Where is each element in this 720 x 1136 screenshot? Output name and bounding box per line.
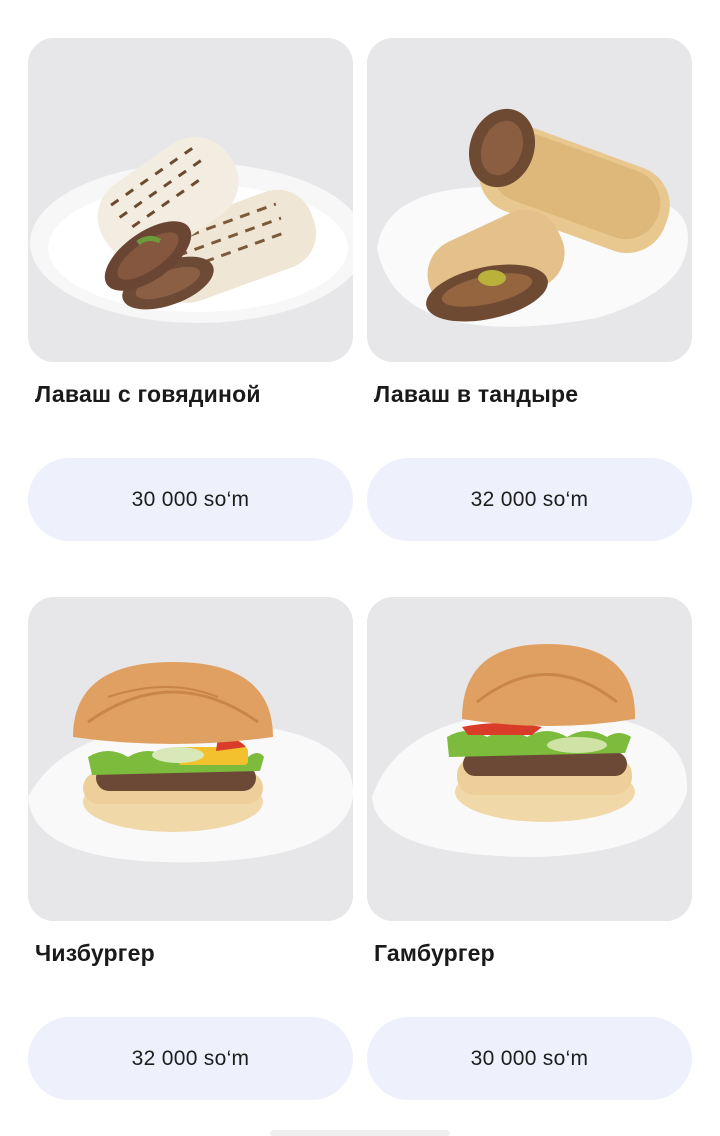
price-button[interactable]: 32 000 so‘m — [28, 1017, 353, 1100]
home-indicator — [270, 1130, 450, 1136]
product-title: Гамбургер — [374, 940, 495, 966]
product-title: Лаваш в тандыре — [374, 381, 579, 407]
product-card[interactable]: Гамбургер 30 000 so‘m — [367, 597, 692, 1100]
product-card[interactable]: Чизбургер 32 000 so‘m — [28, 597, 353, 1100]
product-title: Лаваш с говядиной — [35, 381, 261, 407]
product-card[interactable]: Лаваш с говядиной 30 000 so‘m — [28, 38, 353, 541]
hamburger-photo[interactable] — [367, 597, 692, 921]
product-card[interactable]: Лаваш в тандыре 32 000 so‘m — [367, 38, 692, 541]
price-button[interactable]: 32 000 so‘m — [367, 458, 692, 541]
price-button[interactable]: 30 000 so‘m — [28, 458, 353, 541]
product-title: Чизбургер — [35, 940, 155, 966]
beef-lavash-photo[interactable] — [28, 38, 353, 362]
tandoor-lavash-photo[interactable] — [367, 38, 692, 362]
price-button[interactable]: 30 000 so‘m — [367, 1017, 692, 1100]
product-grid: Лаваш с говядиной 30 000 so‘m Лаваш в та… — [28, 38, 692, 1100]
cheeseburger-photo[interactable] — [28, 597, 353, 921]
